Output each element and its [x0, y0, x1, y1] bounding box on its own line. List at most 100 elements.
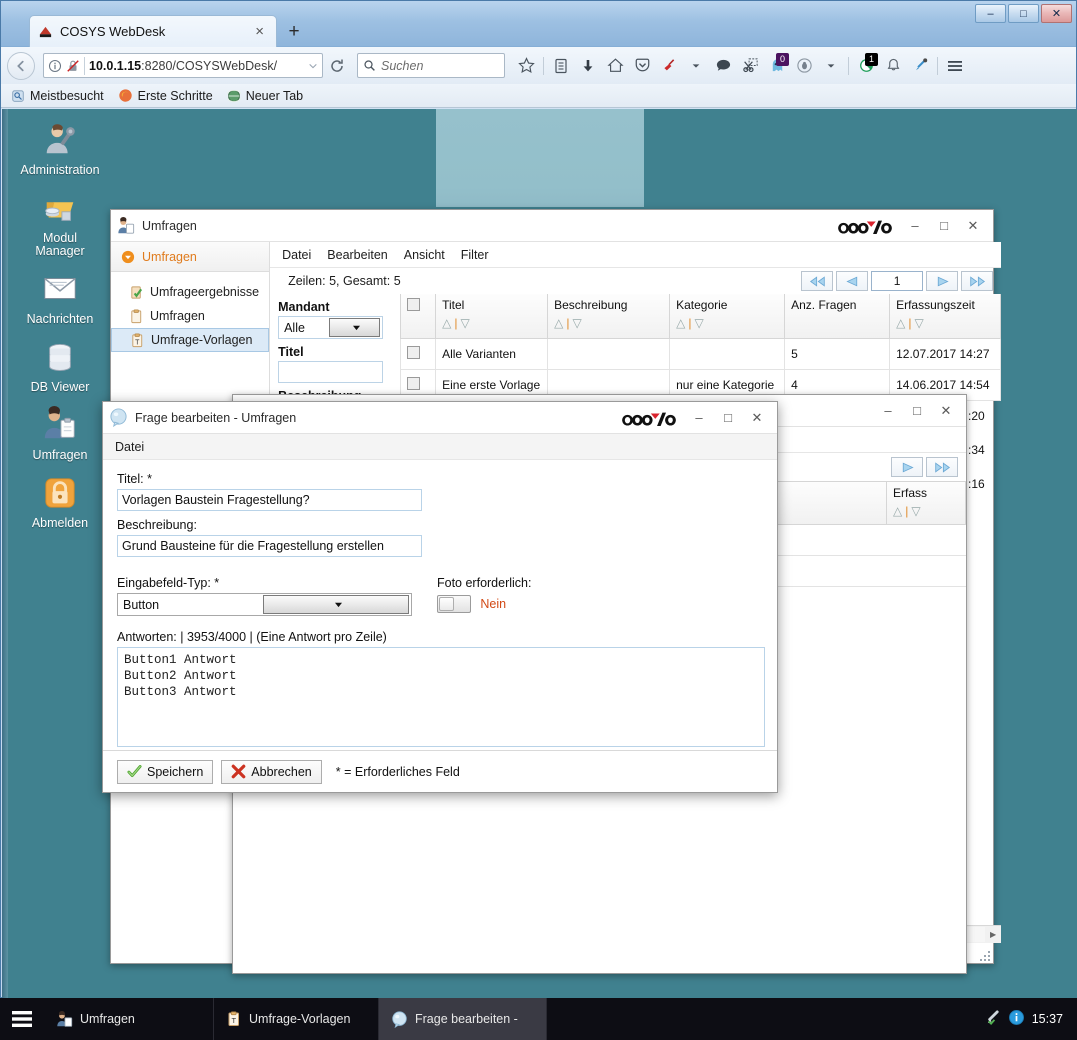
scroll-right-icon[interactable]: ▶: [985, 927, 1001, 943]
table-row[interactable]: Alle Varianten 5 12.07.2017 14:27: [400, 337, 1002, 370]
antworten-textarea[interactable]: Button1 Antwort Button2 Antwort Button3 …: [117, 647, 765, 747]
bookmark-erste-schritte[interactable]: Erste Schritte: [118, 88, 213, 103]
chevron-down-icon[interactable]: [683, 53, 709, 79]
start-menu-button[interactable]: [0, 998, 44, 1040]
taskbar-item-umfrage-vorlagen[interactable]: T Umfrage-Vorlagen: [214, 998, 379, 1040]
save-button[interactable]: Speichern: [117, 759, 214, 784]
library-icon[interactable]: [548, 53, 574, 79]
address-bar[interactable]: 10.0.1.15:8280/COSYSWebDesk/: [43, 53, 323, 78]
maximize-button[interactable]: □: [1008, 4, 1039, 23]
column-header-erfassungszeit[interactable]: Erfassungszeit △ | ▽: [889, 294, 1002, 339]
pager-last-button[interactable]: [926, 457, 958, 477]
sort-asc-icon[interactable]: △: [442, 316, 451, 330]
menu-datei[interactable]: Datei: [115, 440, 144, 454]
close-button[interactable]: ✕: [959, 213, 987, 239]
minimize-button[interactable]: –: [685, 405, 713, 431]
back-button[interactable]: [7, 51, 35, 80]
window-resize-grip[interactable]: [979, 949, 992, 962]
menu-bearbeiten[interactable]: Bearbeiten: [327, 248, 387, 262]
sort-asc-icon[interactable]: △: [893, 504, 902, 518]
new-tab-button[interactable]: +: [283, 21, 305, 45]
pager-next-button[interactable]: [891, 457, 923, 477]
sort-desc-icon[interactable]: ▽: [572, 316, 581, 330]
maximize-button[interactable]: □: [930, 213, 958, 239]
foto-toggle[interactable]: [437, 595, 471, 613]
menu-datei[interactable]: Datei: [282, 248, 311, 262]
menu-filter[interactable]: Filter: [461, 248, 489, 262]
search-input[interactable]: Suchen: [357, 53, 505, 78]
clock[interactable]: 15:37: [1032, 1012, 1063, 1026]
pen-icon[interactable]: [984, 1009, 1001, 1029]
sort-desc-icon[interactable]: ▽: [460, 316, 469, 330]
sidebar-item-abmelden[interactable]: Abmelden: [10, 468, 110, 536]
column-header-titel[interactable]: Titel △ | ▽: [435, 294, 549, 339]
chevron-down-icon[interactable]: [328, 318, 381, 337]
sidebar-item-db-viewer[interactable]: DB Viewer: [10, 332, 110, 400]
reload-button[interactable]: [323, 52, 350, 79]
privacy-badger-icon[interactable]: [791, 53, 817, 79]
adblock-shield-icon[interactable]: 1: [853, 52, 879, 79]
filter-titel-input[interactable]: [278, 361, 384, 383]
notification-bell-icon[interactable]: [880, 53, 906, 79]
vorlagen-col-erfass[interactable]: Erfass △ | ▽: [886, 481, 966, 525]
ghostery-icon[interactable]: 0: [764, 52, 790, 79]
pager-next-button[interactable]: [926, 271, 959, 291]
maximize-button[interactable]: □: [903, 398, 931, 424]
taskbar-item-frage-bearbeiten[interactable]: Frage bearbeiten -: [379, 998, 547, 1040]
close-button[interactable]: ✕: [932, 398, 960, 424]
sidebar-item-administration[interactable]: Administration: [10, 115, 110, 183]
close-button[interactable]: ✕: [1041, 4, 1072, 23]
screenshot-scissors-icon[interactable]: [737, 53, 763, 79]
column-header-kategorie[interactable]: Kategorie △ | ▽: [669, 294, 786, 339]
browser-tab[interactable]: COSYS WebDesk ×: [29, 15, 277, 47]
pager-last-button[interactable]: [961, 271, 994, 291]
chevron-down-icon[interactable]: [262, 595, 409, 614]
row-checkbox[interactable]: [407, 376, 421, 390]
hamburger-menu-icon[interactable]: [942, 53, 968, 79]
sidebar-item-umfragen[interactable]: Umfragen: [10, 400, 110, 468]
bookmark-star-icon[interactable]: [513, 53, 539, 79]
sort-desc-icon[interactable]: ▽: [694, 316, 703, 330]
eyedropper-icon[interactable]: [907, 53, 933, 79]
beschreibung-input[interactable]: Grund Bausteine für die Fragestellung er…: [117, 535, 422, 557]
column-header-beschreibung[interactable]: Beschreibung △ | ▽: [547, 294, 671, 339]
tab-close-icon[interactable]: ×: [251, 24, 268, 39]
tree-item-umfrageergebnisse[interactable]: Umfrageergebnisse: [111, 280, 269, 304]
tree-item-umfragen[interactable]: Umfragen: [111, 304, 269, 328]
menu-ansicht[interactable]: Ansicht: [404, 248, 445, 262]
eingabefeld-select[interactable]: Button: [117, 593, 412, 616]
sort-asc-icon[interactable]: △: [554, 316, 563, 330]
bookmark-neuer-tab[interactable]: Neuer Tab: [226, 89, 303, 103]
sort-desc-icon[interactable]: ▽: [911, 504, 920, 518]
cancel-button[interactable]: Abbrechen: [221, 759, 322, 784]
sidebar-item-nachrichten[interactable]: Nachrichten: [10, 264, 110, 332]
sort-asc-icon[interactable]: △: [896, 316, 905, 330]
sort-asc-icon[interactable]: △: [676, 316, 685, 330]
info-icon[interactable]: [1008, 1009, 1025, 1029]
bookmark-most-visited[interactable]: Meistbesucht: [11, 89, 104, 103]
taskbar-item-umfragen[interactable]: Umfragen: [44, 998, 214, 1040]
minimize-button[interactable]: –: [975, 4, 1006, 23]
tree-root[interactable]: Umfragen: [111, 242, 270, 272]
sidebar-item-modul-manager[interactable]: Modul Manager: [10, 183, 110, 264]
select-all-checkbox[interactable]: [407, 298, 421, 311]
sort-desc-icon[interactable]: ▽: [914, 316, 923, 330]
pocket-icon[interactable]: [629, 53, 655, 79]
home-icon[interactable]: [602, 53, 628, 79]
pager-page-input[interactable]: 1: [871, 271, 924, 291]
row-checkbox[interactable]: [407, 345, 421, 359]
download-icon[interactable]: [575, 53, 601, 79]
close-button[interactable]: ✕: [743, 405, 771, 431]
chat-balloon-icon[interactable]: [710, 53, 736, 79]
minimize-button[interactable]: –: [874, 398, 902, 424]
chevron-down-icon[interactable]: [308, 61, 318, 71]
pager-prev-button[interactable]: [836, 271, 869, 291]
chevron-down-icon[interactable]: [818, 53, 844, 79]
column-header-anz-fragen[interactable]: Anz. Fragen: [784, 294, 891, 339]
clear-history-broom-icon[interactable]: [656, 53, 682, 79]
maximize-button[interactable]: □: [714, 405, 742, 431]
filter-mandant-select[interactable]: Alle: [278, 316, 384, 339]
titel-input[interactable]: Vorlagen Baustein Fragestellung?: [117, 489, 422, 511]
pager-first-button[interactable]: [801, 271, 834, 291]
minimize-button[interactable]: –: [901, 213, 929, 239]
